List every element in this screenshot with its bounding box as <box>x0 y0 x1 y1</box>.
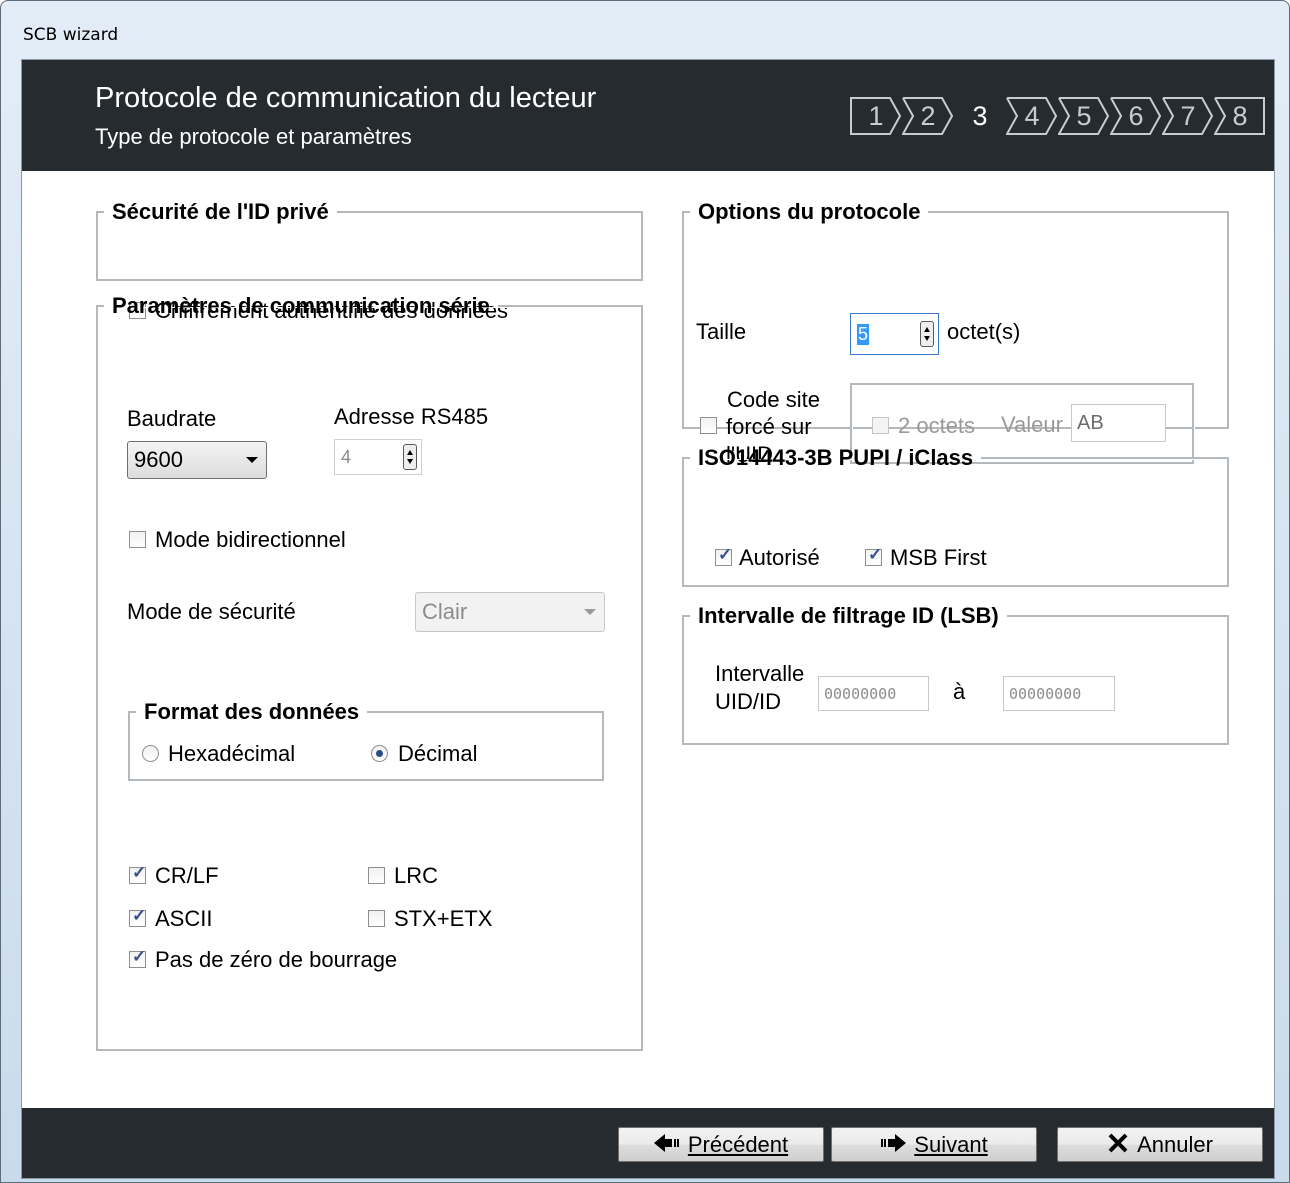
step-7: 7 <box>1162 97 1214 135</box>
group-legend: Intervalle de filtrage ID (LSB) <box>698 603 999 628</box>
step-8: 8 <box>1214 97 1266 135</box>
bidirectional-mode-checkbox[interactable] <box>129 531 146 548</box>
bidirectional-mode-label[interactable]: Mode bidirectionnel <box>155 527 346 553</box>
group-legend: Paramètres de communication série <box>112 293 490 318</box>
step-2: 2 <box>902 97 954 135</box>
cancel-button-label: Annuler <box>1137 1131 1213 1157</box>
interval-to-label: à <box>953 679 966 704</box>
rs485-address-label: Adresse RS485 <box>334 404 489 429</box>
security-mode-select[interactable]: Clair <box>415 592 605 632</box>
chevron-down-icon <box>584 609 596 615</box>
forced-site-code-label-line2[interactable]: forcé sur <box>726 414 812 440</box>
no-padding-zero-label[interactable]: Pas de zéro de bourrage <box>155 947 397 973</box>
two-bytes-label[interactable]: 2 octets <box>898 413 975 439</box>
cancel-button[interactable]: Annuler <box>1057 1127 1263 1162</box>
interval-to-input[interactable]: 00000000 <box>1003 676 1115 711</box>
step-1: 1 <box>850 97 902 135</box>
group-legend: ISO14443-3B PUPI / iClass <box>698 445 974 470</box>
lrc-label[interactable]: LRC <box>394 863 438 889</box>
authorized-checkbox[interactable] <box>715 545 732 566</box>
chevron-down-icon <box>246 457 258 463</box>
value-input-text: AB <box>1077 411 1104 434</box>
step-5: 5 <box>1058 97 1110 135</box>
wizard-header: Protocole de communication du lecteur Ty… <box>22 60 1274 171</box>
arrow-left-icon <box>653 1133 680 1156</box>
step-3-current: 3 <box>954 97 1006 135</box>
private-id-security-group: Sécurité de l'ID privé <box>96 199 643 281</box>
group-legend: Options du protocole <box>698 199 921 224</box>
decimal-radio[interactable] <box>371 745 388 762</box>
window-title: SCB wizard <box>23 25 119 45</box>
wizard-content: Sécurité de l'ID privé Chiffrement authe… <box>22 171 1274 1108</box>
baudrate-label: Baudrate <box>127 406 217 431</box>
size-unit-label: octet(s) <box>947 319 1021 344</box>
interval-from-input[interactable]: 00000000 <box>818 676 929 711</box>
stx-etx-label[interactable]: STX+ETX <box>394 906 492 932</box>
rs485-address-value: 4 <box>341 446 352 467</box>
msb-first-label[interactable]: MSB First <box>890 545 987 571</box>
ascii-checkbox[interactable] <box>129 906 146 927</box>
page-subtitle: Type de protocole et paramètres <box>95 124 412 149</box>
decimal-label[interactable]: Décimal <box>398 741 477 767</box>
client-area: Protocole de communication du lecteur Ty… <box>21 59 1275 1179</box>
size-label: Taille <box>696 319 747 344</box>
previous-button-label: Précédent <box>687 1131 789 1157</box>
step-4: 4 <box>1006 97 1058 135</box>
baudrate-value: 9600 <box>134 447 183 472</box>
forced-site-code-checkbox[interactable] <box>700 417 717 434</box>
authorized-label[interactable]: Autorisé <box>739 545 820 571</box>
hexadecimal-radio[interactable] <box>142 745 159 762</box>
stx-etx-checkbox[interactable] <box>368 910 385 927</box>
data-format-group: Format des données <box>128 699 604 781</box>
value-input[interactable]: AB <box>1071 404 1166 442</box>
step-indicator: 1 2 3 4 5 6 7 8 <box>850 97 1266 137</box>
crlf-label[interactable]: CR/LF <box>155 863 219 889</box>
previous-button[interactable]: Précédent <box>618 1127 824 1162</box>
size-value: 5 <box>857 323 870 345</box>
ascii-label[interactable]: ASCII <box>155 906 212 932</box>
hexadecimal-label[interactable]: Hexadécimal <box>168 741 295 767</box>
next-button-label: Suivant <box>914 1131 988 1157</box>
wizard-window: SCB wizard Protocole de communication du… <box>0 0 1290 1183</box>
security-mode-value: Clair <box>422 599 468 624</box>
wizard-footer: Précédent Suivant Annuler <box>22 1108 1274 1178</box>
interval-from-placeholder: 00000000 <box>824 684 897 703</box>
group-legend: Format des données <box>144 699 360 724</box>
arrow-right-icon <box>880 1133 907 1156</box>
msb-first-checkbox[interactable] <box>865 545 882 566</box>
close-icon <box>1107 1132 1129 1158</box>
interval-label-line1: Intervalle <box>715 661 805 686</box>
size-spinner[interactable]: 5 <box>850 313 939 355</box>
interval-label-line2: UID/ID <box>715 689 781 714</box>
lrc-checkbox[interactable] <box>368 867 385 884</box>
baudrate-select[interactable]: 9600 <box>127 441 267 479</box>
forced-site-code-label-line1[interactable]: Code site <box>727 387 820 413</box>
page-title: Protocole de communication du lecteur <box>95 82 597 114</box>
step-6: 6 <box>1110 97 1162 135</box>
spin-updown-icon[interactable] <box>920 321 934 347</box>
value-label: Valeur <box>1001 412 1063 437</box>
no-padding-zero-checkbox[interactable] <box>129 947 146 968</box>
crlf-checkbox[interactable] <box>129 863 146 884</box>
two-bytes-checkbox[interactable] <box>872 417 889 434</box>
next-button[interactable]: Suivant <box>831 1127 1037 1162</box>
group-legend: Sécurité de l'ID privé <box>112 199 329 224</box>
security-mode-label: Mode de sécurité <box>127 599 296 624</box>
interval-to-placeholder: 00000000 <box>1009 684 1082 703</box>
spin-updown-icon[interactable] <box>403 444 417 470</box>
rs485-address-spinner[interactable]: 4 <box>334 439 422 475</box>
